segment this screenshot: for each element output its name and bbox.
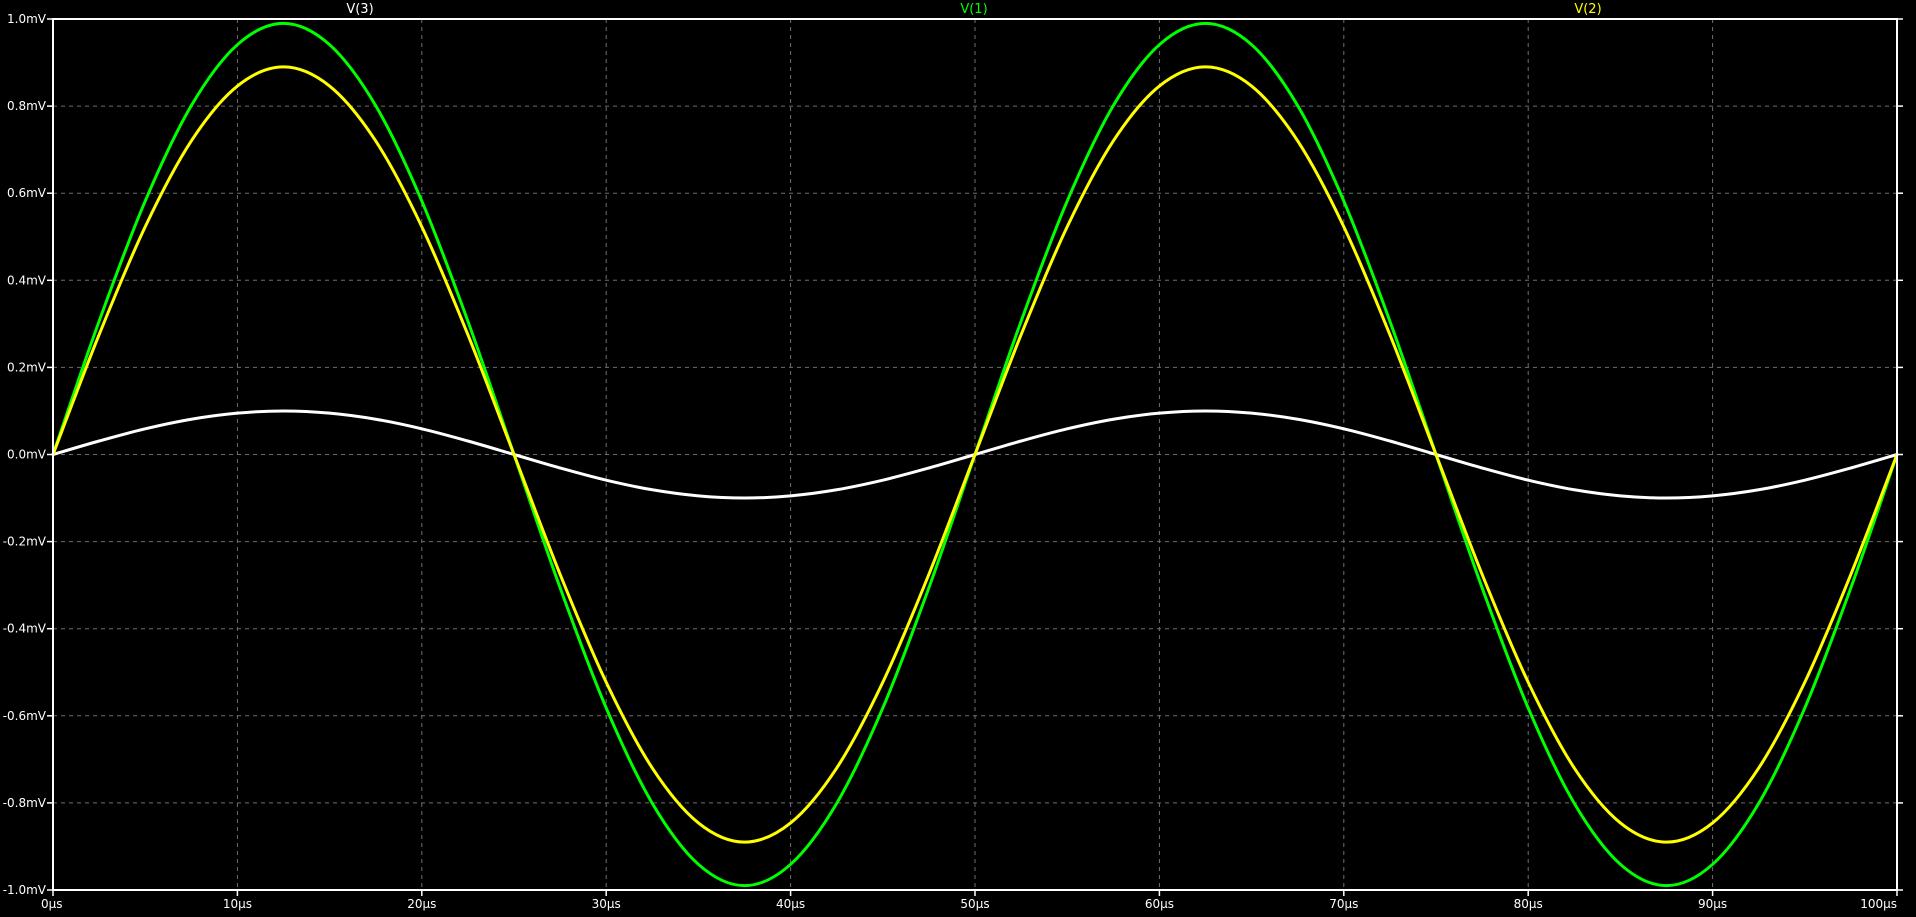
x-tick-label: 60µs [1145, 897, 1174, 911]
legend-label-v2[interactable]: V(2) [1574, 2, 1601, 17]
y-tick-label: 0.6mV [7, 186, 47, 200]
y-tick-label: 0.4mV [7, 273, 47, 287]
x-tick-label: 50µs [960, 897, 989, 911]
y-tick-label: -0.4mV [3, 622, 47, 636]
x-tick-label: 40µs [776, 897, 805, 911]
legend-label-v1[interactable]: V(1) [960, 2, 987, 17]
x-tick-label: 80µs [1514, 897, 1543, 911]
waveform-plot: 0µs 10µs 20µs 30µs 40µs 50µs 60µs 70µs 80µs 90µs 1… [0, 0, 1916, 917]
x-tick-label: 20µs [407, 897, 436, 911]
y-tick-label: -0.8mV [3, 796, 47, 810]
y-tick-label: 0.8mV [7, 99, 47, 113]
x-tick-label: 10µs [223, 897, 252, 911]
x-tick-label: 0µs [41, 897, 63, 911]
y-tick-label: 1.0mV [7, 12, 47, 26]
y-tick-label: 0.2mV [7, 360, 47, 374]
y-tick-label: 0.0mV [7, 448, 47, 462]
y-tick-label: -0.6mV [3, 709, 47, 723]
legend-label-v3[interactable]: V(3) [346, 2, 373, 17]
x-tick-label: 100µs [1860, 897, 1897, 911]
x-tick-label: 70µs [1329, 897, 1358, 911]
x-tick-label: 90µs [1698, 897, 1727, 911]
y-tick-label: -0.2mV [3, 535, 47, 549]
x-tick-label: 30µs [592, 897, 621, 911]
y-tick-label: -1.0mV [3, 883, 47, 897]
